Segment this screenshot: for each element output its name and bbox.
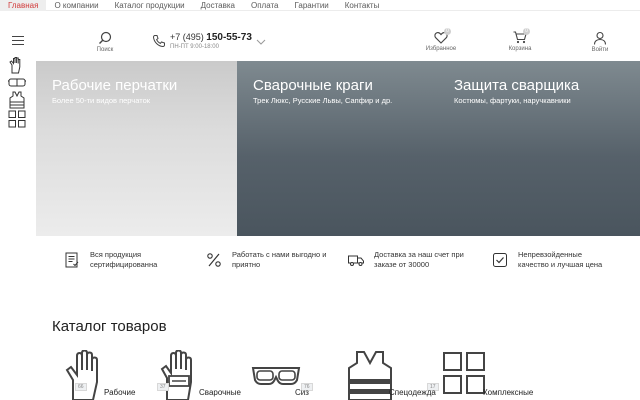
catalog-item-count: 66	[75, 383, 87, 391]
grid-icon[interactable]	[8, 110, 26, 128]
phone-hours: ПН-ПТ 9:00-18:00	[170, 44, 219, 50]
nav-item-home[interactable]: Главная	[0, 0, 47, 11]
catalog-item-label: Комплексные	[483, 388, 534, 397]
nav-item-delivery[interactable]: Доставка	[193, 0, 243, 11]
feature-item: Доставка за наш счет при заказе от 30000	[348, 250, 469, 270]
goggles-icon[interactable]	[8, 73, 26, 91]
favorites-button[interactable]: 0 Избранное	[416, 28, 466, 52]
banner-title: Сварочные краги	[253, 77, 373, 94]
feature-item: Непревзойденные качество и лучшая цена	[492, 250, 613, 270]
features-row: Вся продукция сертифицированна Работать …	[36, 250, 640, 280]
feature-text: Вся продукция сертифицированна	[90, 250, 158, 269]
cart-count-badge: 0	[523, 28, 530, 35]
banner-subtitle: Более 50-ти видов перчаток	[52, 96, 151, 105]
banner-title: Рабочие перчатки	[52, 77, 178, 94]
catalog-title: Каталог товаров	[52, 318, 167, 335]
nav-item-payment[interactable]: Оплата	[243, 0, 287, 11]
banner-welding-gloves[interactable]: Сварочные краги Трек Люкс, Русские Львы,…	[237, 61, 438, 236]
vest-icon[interactable]	[8, 91, 26, 109]
banner-subtitle: Костюмы, фартуки, наручкавники	[454, 96, 571, 105]
search-button[interactable]: Поиск	[80, 31, 130, 53]
banner-subtitle: Трек Люкс, Русские Львы, Сапфир и др.	[253, 96, 393, 105]
nav-item-catalog[interactable]: Каталог продукции	[107, 0, 193, 11]
cart-button[interactable]: 0 Корзина	[495, 28, 545, 52]
menu-icon[interactable]	[12, 36, 24, 45]
search-label: Поиск	[96, 47, 114, 53]
chevron-down-icon[interactable]	[256, 38, 266, 46]
truck-icon	[348, 255, 364, 266]
feature-item: Работать с нами выгодно и приятно	[206, 250, 327, 270]
phone-block[interactable]: +7 (495) 150-55-73 ПН-ПТ 9:00-18:00	[152, 32, 266, 50]
nav-item-contacts[interactable]: Контакты	[337, 0, 388, 11]
site-header: Поиск +7 (495) 150-55-73 ПН-ПТ 9:00-18:0…	[0, 11, 640, 61]
login-label: Войти	[591, 47, 609, 53]
catalog-item-count: 37	[157, 383, 169, 391]
search-icon	[99, 31, 112, 44]
feature-item: Вся продукция сертифицированна	[64, 250, 185, 270]
category-sidebar	[0, 56, 33, 131]
feature-text: Непревзойденные качество и лучшая цена	[518, 250, 603, 269]
favorites-label: Избранное	[425, 46, 457, 52]
nav-item-guarantees[interactable]: Гарантии	[287, 0, 337, 11]
catalog-item-label: Спецодежда	[389, 388, 436, 397]
banner-welder-protection[interactable]: Защита сварщика Костюмы, фартуки, наручк…	[438, 61, 640, 236]
certificate-icon	[65, 252, 79, 268]
vest-icon	[348, 351, 392, 400]
phone-icon	[152, 35, 165, 48]
goggles-icon	[251, 367, 301, 385]
catalog-item-label: Сварочные	[199, 388, 241, 397]
login-button[interactable]: Войти	[575, 31, 625, 53]
nav-item-about[interactable]: О компании	[46, 0, 106, 11]
user-icon	[593, 31, 607, 45]
percent-icon	[207, 253, 221, 267]
check-icon	[493, 253, 507, 267]
catalog-item-label: Сиз	[295, 388, 309, 397]
phone-number: +7 (495) 150-55-73	[170, 32, 252, 43]
banner-title: Защита сварщика	[454, 77, 580, 94]
catalog-item-label: Рабочие	[104, 388, 136, 397]
feature-text: Работать с нами выгодно и приятно	[232, 250, 327, 269]
glove-icon[interactable]	[8, 56, 26, 74]
cart-label: Корзина	[508, 46, 532, 52]
favorites-count-badge: 0	[444, 28, 451, 35]
banner-work-gloves[interactable]: Рабочие перчатки Более 50-ти видов перча…	[36, 61, 237, 236]
feature-text: Доставка за наш счет при заказе от 30000	[374, 250, 464, 269]
top-navigation: Главная О компании Каталог продукции Дос…	[0, 0, 640, 11]
